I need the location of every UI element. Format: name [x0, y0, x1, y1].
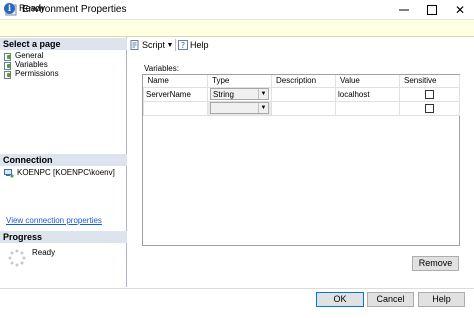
type-dropdown[interactable]: String ▼ — [210, 88, 269, 100]
page-icon — [3, 52, 12, 61]
sensitive-checkbox[interactable] — [425, 103, 434, 113]
cell-value[interactable]: localhost — [335, 86, 400, 102]
variables-grid[interactable]: Name Type Description Value Sensitive Se… — [142, 74, 460, 246]
chevron-down-icon[interactable]: ▼ — [258, 103, 268, 113]
sensitive-checkbox[interactable] — [425, 89, 434, 99]
cell-sensitive[interactable] — [399, 100, 460, 116]
column-header-name[interactable]: Name — [143, 75, 208, 88]
maximize-icon — [427, 5, 437, 15]
ok-button[interactable]: OK — [316, 292, 364, 307]
close-button[interactable]: ✕ — [446, 0, 474, 20]
left-pane: Select a page General Variables Permissi… — [0, 37, 127, 287]
grid-header-row: Name Type Description Value Sensitive — [143, 75, 460, 88]
info-icon: i — [4, 3, 15, 14]
help-icon: ? — [178, 40, 188, 50]
cell-name[interactable] — [143, 100, 208, 116]
page-item-general[interactable]: General — [3, 51, 44, 61]
cancel-button[interactable]: Cancel — [367, 292, 414, 307]
page-icon — [3, 70, 12, 79]
cell-type[interactable]: String ▼ — [207, 86, 272, 102]
maximize-button[interactable] — [418, 0, 446, 20]
type-value: String — [213, 89, 234, 99]
svg-text:?: ? — [181, 41, 185, 50]
script-button[interactable]: Script — [130, 39, 165, 51]
help-toolbar-button[interactable]: ? Help — [178, 39, 209, 51]
page-item-label: General — [15, 51, 44, 60]
variables-label: Variables: — [144, 64, 179, 73]
table-row: ▼ — [143, 100, 460, 116]
select-page-header: Select a page — [0, 38, 127, 50]
help-label: Help — [190, 40, 209, 50]
column-header-description[interactable]: Description — [271, 75, 336, 88]
status-text: Ready — [19, 3, 46, 13]
page-item-permissions[interactable]: Permissions — [3, 69, 59, 79]
status-bar — [0, 20, 474, 37]
connection-header: Connection — [0, 154, 127, 166]
connection-text: KOENPC [KOENPC\koenv] — [17, 168, 115, 177]
page-item-variables[interactable]: Variables — [3, 60, 48, 70]
script-label: Script — [142, 40, 166, 50]
chevron-down-icon[interactable]: ▼ — [258, 89, 268, 99]
progress-status-text: Ready — [32, 248, 56, 257]
cell-name[interactable]: ServerName — [143, 86, 208, 102]
cell-description[interactable] — [271, 86, 336, 102]
view-connection-properties-link[interactable]: View connection properties — [6, 216, 102, 225]
cell-type[interactable]: ▼ — [207, 100, 272, 116]
page-icon — [3, 61, 12, 70]
progress-header: Progress — [0, 231, 127, 243]
cell-description[interactable] — [271, 100, 336, 116]
cell-value[interactable] — [335, 100, 400, 116]
toolbar-separator — [175, 39, 176, 51]
chevron-down-icon: ▼ — [166, 41, 174, 49]
script-dropdown-arrow[interactable]: ▼ — [166, 39, 174, 51]
remove-button[interactable]: Remove — [412, 256, 459, 271]
page-item-label: Permissions — [15, 69, 59, 78]
cell-sensitive[interactable] — [399, 86, 460, 102]
minimize-icon — [399, 9, 409, 11]
footer-divider — [0, 288, 474, 289]
minimize-button[interactable] — [390, 0, 418, 20]
column-header-value[interactable]: Value — [335, 75, 400, 88]
column-header-sensitive[interactable]: Sensitive — [399, 75, 460, 88]
progress-spinner-icon — [8, 249, 26, 267]
remove-label: Remove — [418, 258, 453, 268]
type-dropdown[interactable]: ▼ — [210, 102, 269, 114]
close-icon: ✕ — [454, 3, 466, 17]
server-connection-icon — [4, 169, 14, 178]
table-row: ServerName String ▼ localhost — [143, 86, 460, 102]
help-button[interactable]: Help — [418, 292, 465, 307]
column-header-type[interactable]: Type — [207, 75, 272, 88]
script-icon — [130, 40, 139, 50]
page-item-label: Variables — [15, 60, 48, 69]
